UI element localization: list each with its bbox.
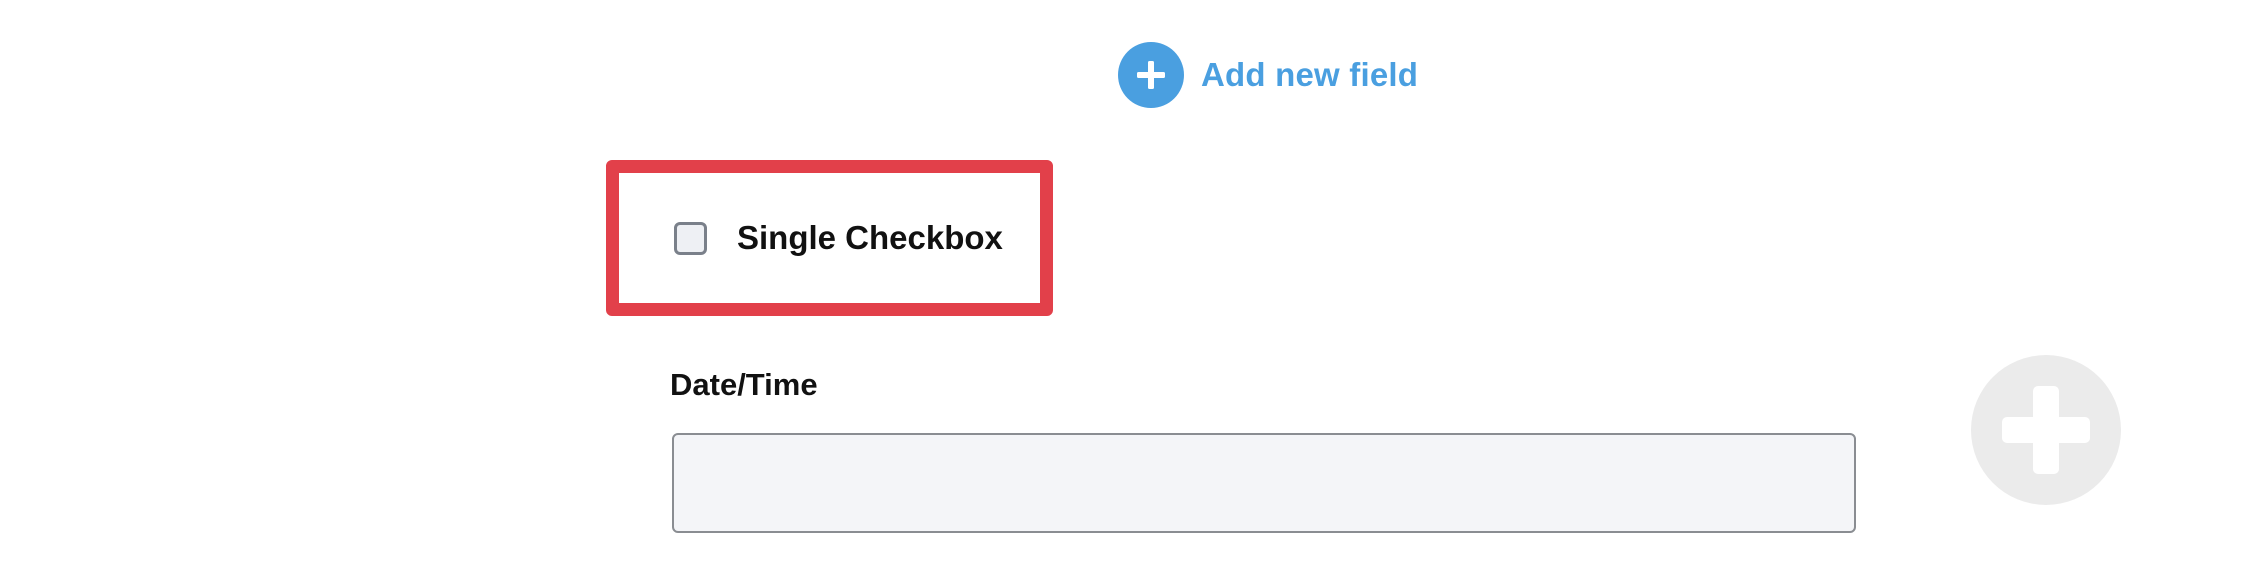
plus-circle-icon [1118,42,1184,108]
datetime-input[interactable] [672,433,1856,533]
floating-add-button[interactable] [1971,355,2121,505]
single-checkbox-label: Single Checkbox [737,219,1003,256]
add-new-field-button[interactable]: Add new field [1118,42,1418,108]
form-builder-canvas: Add new field Single Checkbox Date/Time [0,0,2244,584]
datetime-field-label: Date/Time [670,367,818,402]
single-checkbox-field[interactable]: Single Checkbox [606,160,1053,316]
plus-icon [2002,386,2090,474]
add-new-field-label: Add new field [1201,56,1419,93]
single-checkbox[interactable] [674,221,707,255]
